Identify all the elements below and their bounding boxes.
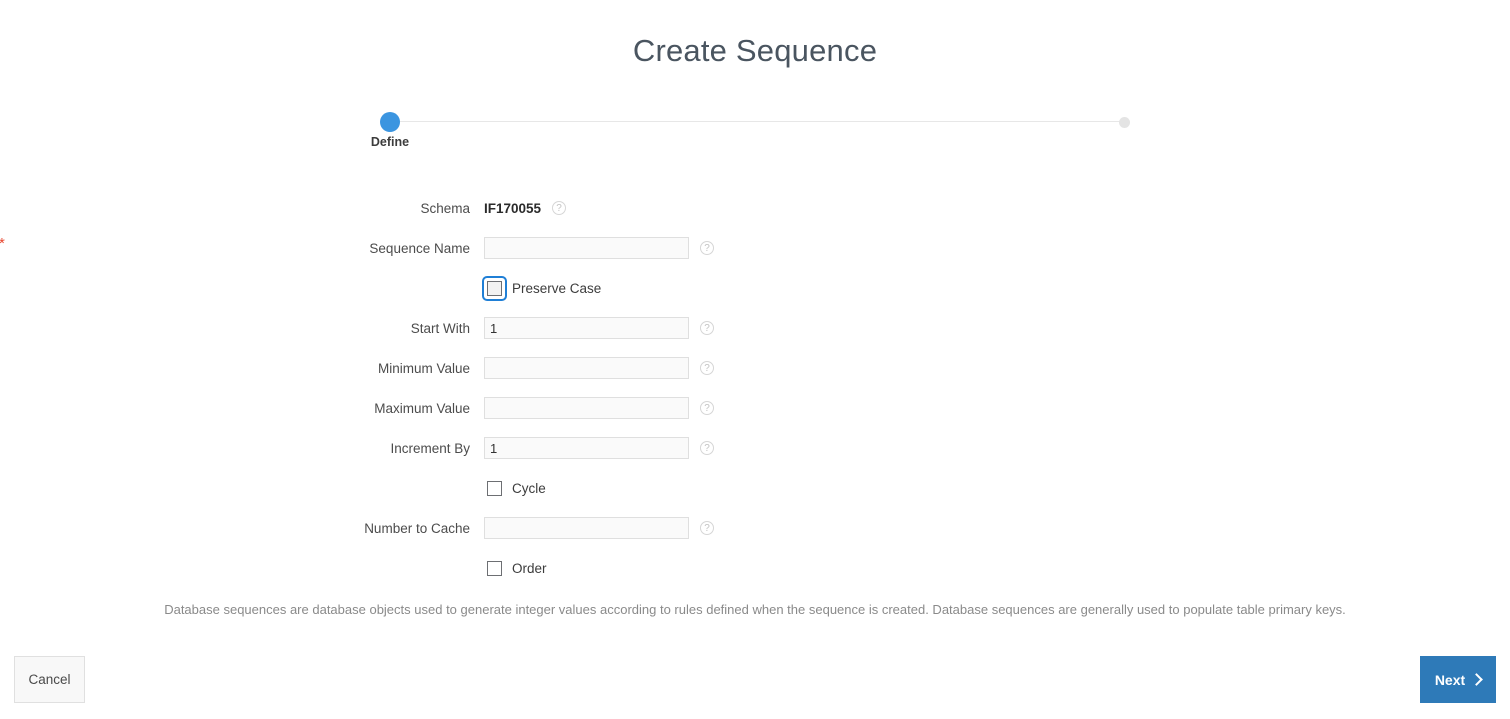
sequence-name-input[interactable]	[484, 237, 689, 259]
checkbox-box-icon	[487, 280, 502, 296]
form-row-cycle: Cycle	[0, 477, 1510, 499]
cycle-label: Cycle	[512, 480, 546, 496]
required-asterisk: *	[0, 236, 5, 251]
number-to-cache-input[interactable]	[484, 517, 689, 539]
order-checkbox[interactable]	[484, 558, 505, 579]
form-row-minimum-value: Minimum Value ?	[0, 357, 1510, 379]
cancel-button[interactable]: Cancel	[14, 656, 85, 703]
minimum-value-input[interactable]	[484, 357, 689, 379]
form-row-sequence-name: * Sequence Name ?	[0, 236, 1510, 259]
preserve-case-checkbox[interactable]	[482, 275, 507, 301]
wizard-step-define-label: Define	[370, 135, 410, 149]
help-icon-minimum-value[interactable]: ?	[700, 361, 714, 375]
cycle-checkbox[interactable]	[484, 478, 505, 499]
wizard-step-define[interactable]: Define	[371, 112, 409, 149]
help-icon-start-with[interactable]: ?	[700, 321, 714, 335]
form-row-number-to-cache: Number to Cache ?	[0, 517, 1510, 539]
chevron-right-icon	[1470, 673, 1484, 686]
step-train-line	[390, 121, 1125, 122]
wizard-step-two[interactable]	[1119, 112, 1130, 128]
form-row-increment-by: Increment By ?	[0, 437, 1510, 459]
step-dot-inactive-icon	[1119, 117, 1130, 128]
form-row-preserve-case: Preserve Case	[0, 275, 1510, 301]
form-row-maximum-value: Maximum Value ?	[0, 397, 1510, 419]
checkbox-box-icon	[487, 560, 502, 576]
order-label: Order	[512, 560, 547, 576]
start-with-label: Start With	[410, 320, 470, 336]
increment-by-label: Increment By	[390, 440, 470, 456]
maximum-value-label: Maximum Value	[374, 400, 470, 416]
schema-value: IF170055	[484, 200, 542, 216]
form-row-schema: Schema IF170055 ?	[0, 197, 1510, 219]
next-button-label: Next	[1434, 671, 1466, 688]
help-icon-increment-by[interactable]: ?	[700, 441, 714, 455]
schema-label: Schema	[420, 200, 470, 216]
sequence-name-label-text: Sequence Name	[369, 240, 470, 256]
next-button[interactable]: Next	[1420, 656, 1496, 703]
help-icon-number-to-cache[interactable]: ?	[700, 521, 714, 535]
help-icon-schema[interactable]: ?	[552, 201, 567, 215]
minimum-value-label: Minimum Value	[377, 360, 470, 376]
form-row-order: Order	[0, 557, 1510, 579]
form-row-start-with: Start With ?	[0, 317, 1510, 339]
wizard-step-train: Define	[371, 112, 1135, 158]
maximum-value-input[interactable]	[484, 397, 689, 419]
checkbox-box-icon	[487, 480, 502, 496]
create-sequence-form: Schema IF170055 ? * Sequence Name ? Pres…	[0, 197, 1510, 597]
page-title: Create Sequence	[632, 33, 878, 68]
sequence-name-label: * Sequence Name	[0, 236, 484, 256]
number-to-cache-label: Number to Cache	[364, 520, 470, 536]
step-dot-active-icon	[380, 112, 400, 132]
help-icon-sequence-name[interactable]: ?	[700, 241, 714, 255]
form-help-text: Database sequences are database objects …	[164, 602, 1346, 617]
help-icon-maximum-value[interactable]: ?	[700, 401, 714, 415]
start-with-input[interactable]	[484, 317, 689, 339]
increment-by-input[interactable]	[484, 437, 689, 459]
preserve-case-label: Preserve Case	[512, 280, 602, 296]
